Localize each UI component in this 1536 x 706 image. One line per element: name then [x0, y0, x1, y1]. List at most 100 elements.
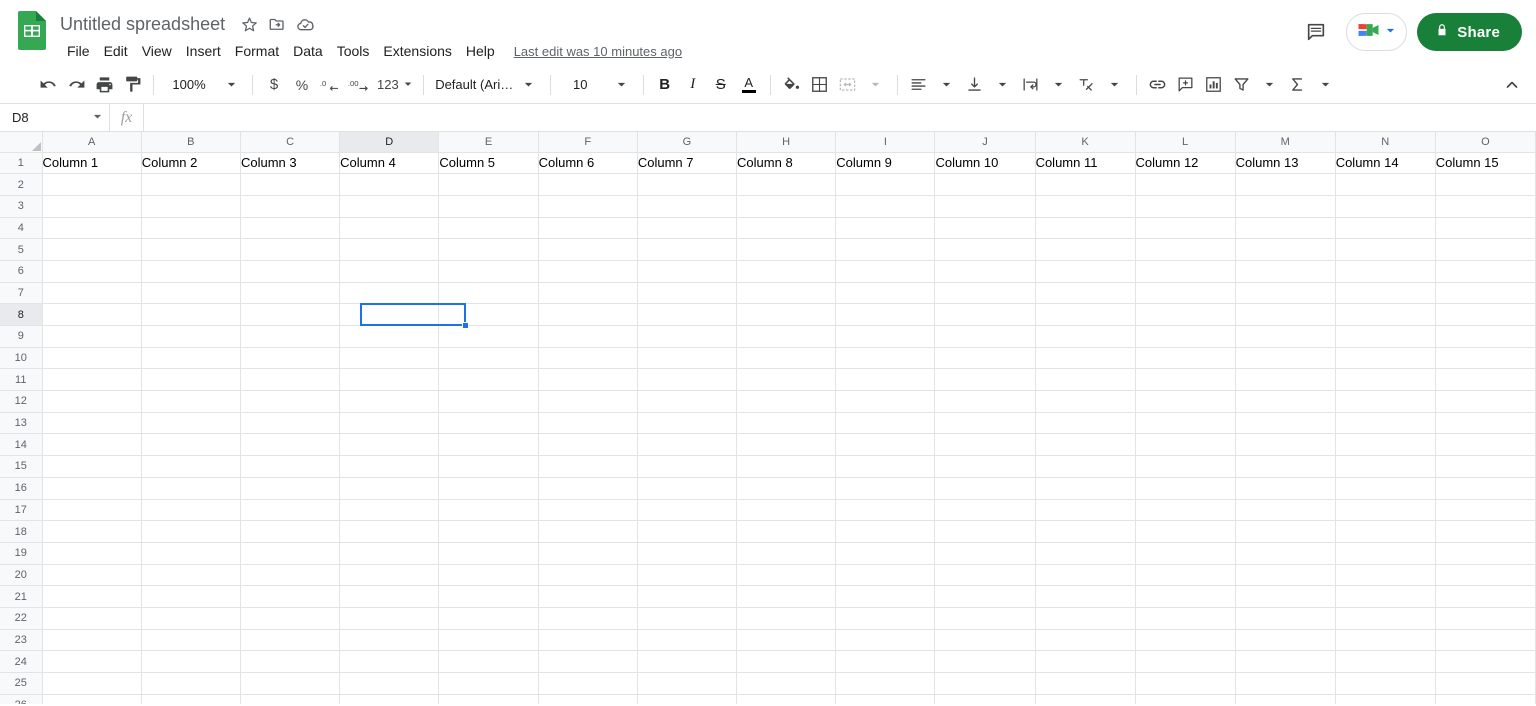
cell-H2[interactable]	[737, 174, 836, 196]
row-header-3[interactable]: 3	[0, 195, 42, 217]
cell-H15[interactable]	[737, 456, 836, 478]
cell-F4[interactable]	[538, 217, 637, 239]
select-all-corner[interactable]	[0, 132, 42, 152]
cell-H7[interactable]	[737, 282, 836, 304]
column-header-d[interactable]: D	[340, 132, 439, 152]
cell-A6[interactable]	[42, 260, 141, 282]
cell-K22[interactable]	[1035, 607, 1135, 629]
cell-M19[interactable]	[1235, 542, 1335, 564]
cell-G13[interactable]	[637, 412, 736, 434]
cell-A1[interactable]: Column 1	[42, 152, 141, 174]
cell-N24[interactable]	[1335, 651, 1435, 673]
cell-H13[interactable]	[737, 412, 836, 434]
cell-J26[interactable]	[935, 694, 1035, 704]
cell-D13[interactable]	[340, 412, 439, 434]
cell-E23[interactable]	[439, 629, 538, 651]
cell-D22[interactable]	[340, 607, 439, 629]
cell-G11[interactable]	[637, 369, 736, 391]
cell-H19[interactable]	[737, 542, 836, 564]
cell-D25[interactable]	[340, 673, 439, 695]
cell-C20[interactable]	[240, 564, 339, 586]
cell-F25[interactable]	[538, 673, 637, 695]
cell-D14[interactable]	[340, 434, 439, 456]
cell-N11[interactable]	[1335, 369, 1435, 391]
cell-C17[interactable]	[240, 499, 339, 521]
cell-G10[interactable]	[637, 347, 736, 369]
borders-icon[interactable]	[806, 71, 834, 99]
cell-K3[interactable]	[1035, 195, 1135, 217]
cell-F24[interactable]	[538, 651, 637, 673]
menu-item-format[interactable]: Format	[228, 40, 286, 62]
menu-item-extensions[interactable]: Extensions	[376, 40, 458, 62]
cell-M22[interactable]	[1235, 607, 1335, 629]
merge-cells-icon[interactable]	[834, 71, 862, 99]
cell-D12[interactable]	[340, 391, 439, 413]
cell-H12[interactable]	[737, 391, 836, 413]
zoom-caret-icon[interactable]	[217, 71, 245, 99]
cell-M25[interactable]	[1235, 673, 1335, 695]
cell-H22[interactable]	[737, 607, 836, 629]
cell-K5[interactable]	[1035, 239, 1135, 261]
cell-J8[interactable]	[935, 304, 1035, 326]
cell-B19[interactable]	[141, 542, 240, 564]
cell-N4[interactable]	[1335, 217, 1435, 239]
cell-H1[interactable]: Column 8	[737, 152, 836, 174]
merge-caret-icon[interactable]	[862, 71, 890, 99]
cell-K13[interactable]	[1035, 412, 1135, 434]
cell-A10[interactable]	[42, 347, 141, 369]
cell-G8[interactable]	[637, 304, 736, 326]
cell-A19[interactable]	[42, 542, 141, 564]
cell-M10[interactable]	[1235, 347, 1335, 369]
cell-F6[interactable]	[538, 260, 637, 282]
cell-J21[interactable]	[935, 586, 1035, 608]
decrease-decimal-button[interactable]: .0	[316, 71, 344, 99]
cell-M4[interactable]	[1235, 217, 1335, 239]
cell-E21[interactable]	[439, 586, 538, 608]
column-header-g[interactable]: G	[637, 132, 736, 152]
text-color-button[interactable]: A	[735, 71, 763, 99]
cell-B14[interactable]	[141, 434, 240, 456]
cell-B16[interactable]	[141, 477, 240, 499]
cell-L22[interactable]	[1135, 607, 1235, 629]
cell-C8[interactable]	[240, 304, 339, 326]
cell-C4[interactable]	[240, 217, 339, 239]
cell-E1[interactable]: Column 5	[439, 152, 538, 174]
cell-J3[interactable]	[935, 195, 1035, 217]
bold-button[interactable]: B	[651, 71, 679, 99]
cell-E12[interactable]	[439, 391, 538, 413]
last-edit-status[interactable]: Last edit was 10 minutes ago	[514, 44, 682, 59]
cell-I9[interactable]	[836, 326, 935, 348]
cell-G4[interactable]	[637, 217, 736, 239]
cell-F26[interactable]	[538, 694, 637, 704]
column-header-j[interactable]: J	[935, 132, 1035, 152]
cell-O4[interactable]	[1435, 217, 1535, 239]
cell-M6[interactable]	[1235, 260, 1335, 282]
cell-F21[interactable]	[538, 586, 637, 608]
cell-B15[interactable]	[141, 456, 240, 478]
cell-G9[interactable]	[637, 326, 736, 348]
menu-item-data[interactable]: Data	[286, 40, 330, 62]
cell-E10[interactable]	[439, 347, 538, 369]
cell-H25[interactable]	[737, 673, 836, 695]
cell-J1[interactable]: Column 10	[935, 152, 1035, 174]
column-header-a[interactable]: A	[42, 132, 141, 152]
cell-E11[interactable]	[439, 369, 538, 391]
cell-I13[interactable]	[836, 412, 935, 434]
cell-D16[interactable]	[340, 477, 439, 499]
currency-format-button[interactable]: $	[260, 71, 288, 99]
cell-B1[interactable]: Column 2	[141, 152, 240, 174]
cell-N10[interactable]	[1335, 347, 1435, 369]
cell-C9[interactable]	[240, 326, 339, 348]
cell-G25[interactable]	[637, 673, 736, 695]
column-header-l[interactable]: L	[1135, 132, 1235, 152]
formula-input[interactable]	[144, 104, 1536, 131]
cell-O18[interactable]	[1435, 521, 1535, 543]
functions-caret-icon[interactable]	[1312, 71, 1340, 99]
cell-F2[interactable]	[538, 174, 637, 196]
cell-B24[interactable]	[141, 651, 240, 673]
cell-D15[interactable]	[340, 456, 439, 478]
cell-L8[interactable]	[1135, 304, 1235, 326]
cell-L9[interactable]	[1135, 326, 1235, 348]
row-header-18[interactable]: 18	[0, 521, 42, 543]
cell-N3[interactable]	[1335, 195, 1435, 217]
